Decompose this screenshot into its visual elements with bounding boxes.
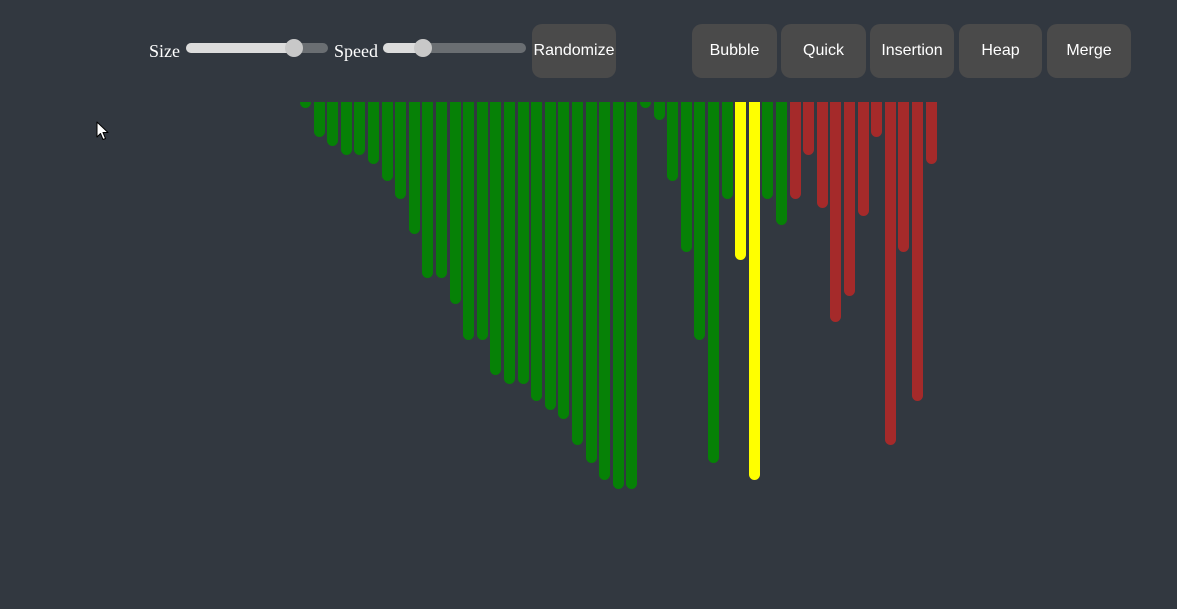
array-bar (341, 102, 352, 155)
array-bar (626, 102, 637, 489)
array-bar (395, 102, 406, 199)
controls-bar: Size Speed Randomize Bubble Quick Insert… (0, 0, 1177, 90)
array-bar (531, 102, 542, 401)
array-bar (926, 102, 937, 164)
array-bar (327, 102, 338, 146)
array-bar (586, 102, 597, 463)
array-bar (776, 102, 787, 225)
array-bar (844, 102, 855, 296)
array-bar (654, 102, 665, 120)
array-bar (640, 102, 651, 108)
array-bar (830, 102, 841, 322)
speed-slider-thumb[interactable] (414, 39, 432, 57)
speed-slider[interactable] (383, 39, 526, 57)
array-bar (803, 102, 814, 155)
array-bar (572, 102, 583, 445)
array-bar (504, 102, 515, 384)
merge-sort-button[interactable]: Merge (1047, 24, 1131, 78)
array-bar (463, 102, 474, 340)
array-bar (490, 102, 501, 375)
array-bar (749, 102, 760, 480)
array-bar (545, 102, 556, 410)
array-bar (722, 102, 733, 199)
array-bar (871, 102, 882, 137)
array-bar (885, 102, 896, 445)
array-bar (382, 102, 393, 181)
size-slider[interactable] (186, 39, 328, 57)
array-bar (667, 102, 678, 181)
array-bar (477, 102, 488, 340)
array-bar (368, 102, 379, 164)
bubble-sort-button[interactable]: Bubble (692, 24, 777, 78)
size-slider-thumb[interactable] (285, 39, 303, 57)
array-bar (422, 102, 433, 278)
array-bar (898, 102, 909, 252)
array-bar (790, 102, 801, 199)
array-bar (409, 102, 420, 234)
array-bar (558, 102, 569, 419)
mouse-cursor-icon (96, 121, 109, 140)
array-bar (762, 102, 773, 199)
array-bar (450, 102, 461, 304)
array-bar (735, 102, 746, 260)
array-bar (599, 102, 610, 480)
randomize-button[interactable]: Randomize (532, 24, 616, 78)
array-bar (436, 102, 447, 278)
array-bar (613, 102, 624, 489)
array-bar (300, 102, 311, 108)
array-bar (912, 102, 923, 401)
speed-label: Speed (334, 41, 378, 61)
quick-sort-button[interactable]: Quick (781, 24, 866, 78)
array-bar (681, 102, 692, 252)
insertion-sort-button[interactable]: Insertion (870, 24, 954, 78)
array-bar (858, 102, 869, 216)
array-bars (0, 0, 1177, 609)
array-bar (314, 102, 325, 137)
array-bar (817, 102, 828, 208)
size-label: Size (149, 41, 180, 61)
array-bar (694, 102, 705, 340)
heap-sort-button[interactable]: Heap (959, 24, 1042, 78)
array-bar (518, 102, 529, 384)
size-slider-fill (186, 43, 294, 53)
array-bar (708, 102, 719, 463)
array-bar (354, 102, 365, 155)
